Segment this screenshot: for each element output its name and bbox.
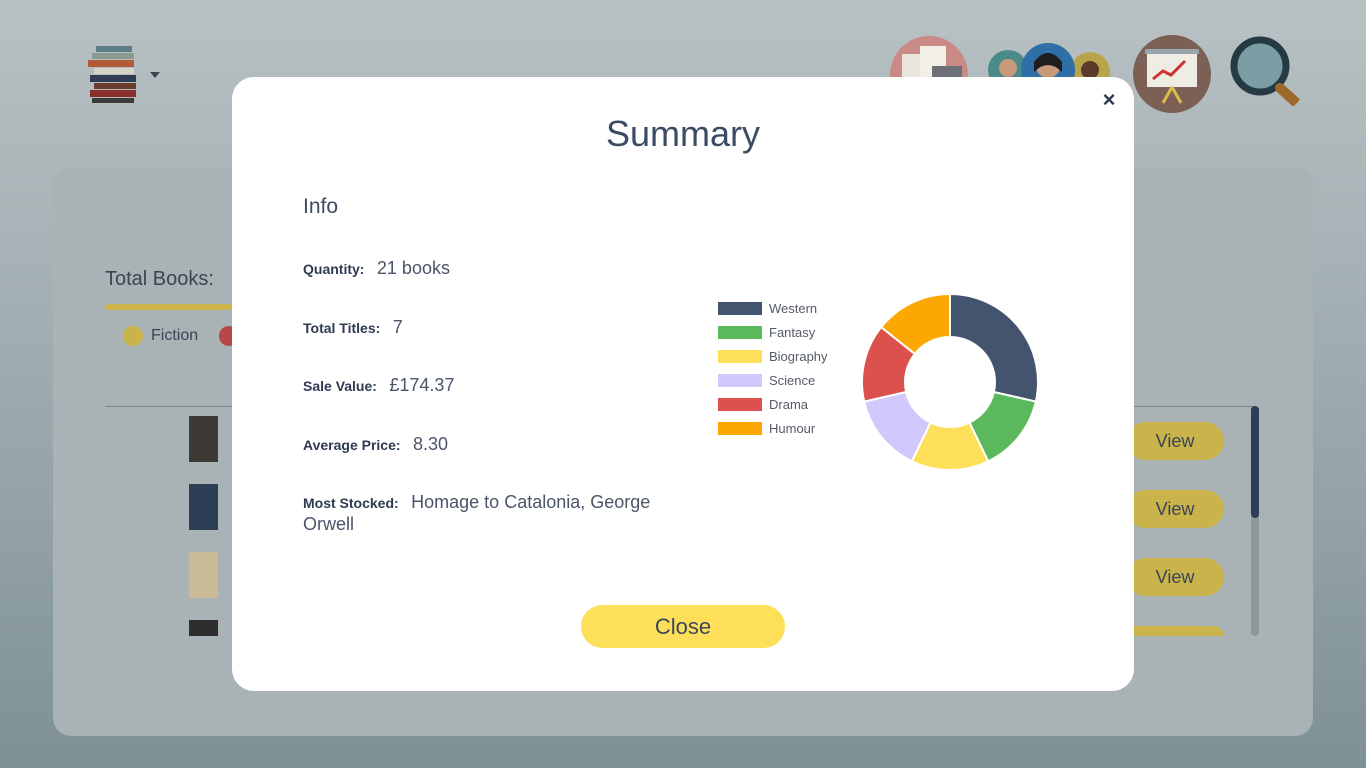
info-total-titles: Total Titles: 7 [303, 317, 723, 339]
info-sale-value: Sale Value: £174.37 [303, 375, 723, 397]
legend-label: Humour [769, 421, 816, 436]
view-button[interactable]: View [1126, 558, 1224, 596]
close-icon[interactable]: × [1098, 89, 1120, 111]
chart-legend-item[interactable]: Biography [718, 349, 828, 364]
info-label: Average Price: [303, 437, 401, 453]
legend-label: Drama [769, 397, 809, 412]
donut-slice-western[interactable] [949, 293, 1039, 403]
info-quantity: Quantity: 21 books [303, 258, 723, 280]
info-label: Most Stocked: [303, 495, 399, 511]
legend-swatch [718, 398, 762, 411]
view-button[interactable]: View [1126, 422, 1224, 460]
legend-fiction-label: Fiction [151, 327, 199, 344]
modal-title: Summary [605, 113, 761, 154]
summary-modal: × Summary Info Quantity: 21 books Total … [232, 77, 1134, 691]
books-stack-icon[interactable] [86, 44, 142, 104]
legend-fiction[interactable]: Fiction [123, 326, 198, 346]
info-most-stocked: Most Stocked: Homage to Catalonia, Georg… [303, 492, 703, 536]
legend-label: Fantasy [769, 325, 816, 340]
info-label: Quantity: [303, 261, 365, 277]
info-value: 21 books [376, 258, 450, 278]
info-label: Total Titles: [303, 320, 381, 336]
fiction-dot [123, 326, 143, 346]
legend-swatch [718, 422, 762, 435]
book-cover[interactable] [189, 552, 218, 598]
info-label: Sale Value: [303, 378, 377, 394]
book-cover[interactable] [189, 416, 218, 462]
info-average-price: Average Price: 8.30 [303, 434, 723, 456]
legend-swatch [718, 350, 762, 363]
close-button[interactable]: Close [581, 605, 785, 648]
search-icon[interactable] [1226, 34, 1308, 116]
legend-swatch [718, 374, 762, 387]
view-button[interactable]: View [1126, 490, 1224, 528]
scrollbar-thumb[interactable] [1251, 406, 1259, 518]
presentation-chart-icon[interactable] [1133, 35, 1211, 113]
legend-label: Science [769, 373, 816, 388]
total-books-label: Total Books: [105, 268, 214, 290]
genre-donut-chart [861, 293, 1039, 471]
total-books-underline [105, 304, 245, 310]
info-value: £174.37 [389, 375, 455, 395]
chart-legend-item[interactable]: Western [718, 301, 817, 316]
view-button[interactable] [1126, 626, 1224, 636]
legend-label: Biography [769, 349, 828, 364]
book-cover[interactable] [189, 620, 218, 636]
chart-legend-item[interactable]: Humour [718, 421, 815, 436]
chart-legend-item[interactable]: Fantasy [718, 325, 815, 340]
chart-legend-item[interactable]: Drama [718, 397, 808, 412]
legend-label: Western [769, 301, 818, 316]
info-value: 7 [392, 317, 403, 337]
info-heading: Info [303, 195, 339, 218]
legend-swatch [718, 302, 762, 315]
chart-legend-item[interactable]: Science [718, 373, 815, 388]
info-value: 8.30 [413, 434, 449, 454]
legend-swatch [718, 326, 762, 339]
chevron-down-icon[interactable] [150, 72, 160, 78]
book-cover[interactable] [189, 484, 218, 530]
